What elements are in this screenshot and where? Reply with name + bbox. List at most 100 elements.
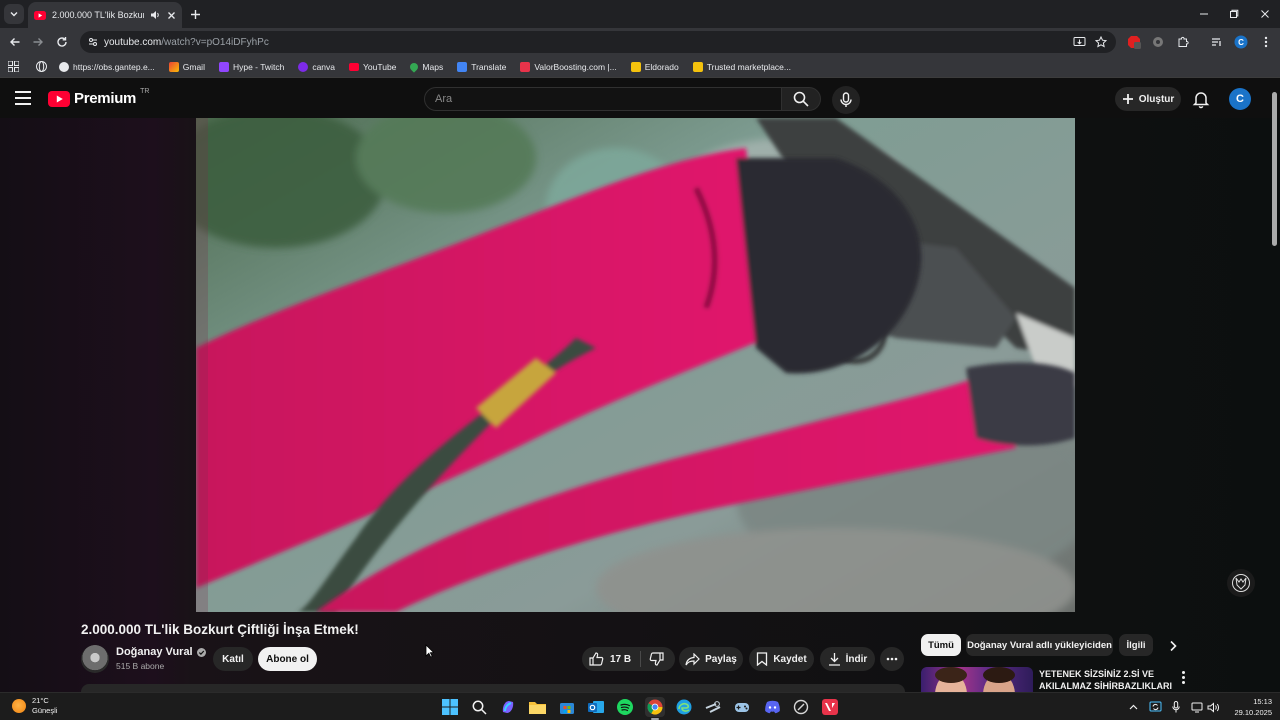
scrollbar-thumb[interactable] bbox=[1272, 92, 1277, 246]
audio-playing-icon[interactable] bbox=[150, 10, 161, 20]
browser-tab-active[interactable]: 2.000.000 TL'lik Bozkurt Çiftli bbox=[28, 2, 182, 28]
tray-network-button[interactable] bbox=[1190, 699, 1204, 715]
edge-button[interactable] bbox=[674, 697, 694, 717]
new-tab-button[interactable] bbox=[186, 5, 204, 23]
twitch-icon bbox=[218, 61, 229, 72]
extension-adblock-button[interactable] bbox=[1126, 34, 1142, 50]
forward-button[interactable] bbox=[29, 33, 47, 51]
chrome-taskbar-button[interactable] bbox=[645, 697, 665, 720]
site-info-icon[interactable] bbox=[88, 37, 98, 47]
spotify-button[interactable] bbox=[615, 697, 635, 717]
file-explorer-button[interactable] bbox=[527, 697, 547, 717]
chip-from-uploader[interactable]: Doğanay Vural adlı yükleyiciden bbox=[966, 634, 1113, 656]
extension-button[interactable] bbox=[1150, 34, 1166, 50]
tray-overflow-button[interactable] bbox=[1126, 699, 1140, 715]
steam-button[interactable] bbox=[703, 697, 723, 717]
discord-button[interactable] bbox=[762, 697, 782, 717]
start-button[interactable] bbox=[440, 697, 460, 717]
reload-button[interactable] bbox=[53, 33, 71, 51]
logo-wordmark: Premium bbox=[74, 90, 137, 107]
more-actions-button[interactable] bbox=[880, 647, 904, 671]
outlook-icon bbox=[588, 701, 604, 713]
chips-next-button[interactable] bbox=[1164, 637, 1182, 655]
recommendation-thumbnail[interactable] bbox=[921, 667, 1033, 692]
bookmark-label: YouTube bbox=[363, 61, 397, 72]
voice-search-button[interactable] bbox=[832, 86, 860, 114]
extensions-menu-button[interactable] bbox=[1175, 34, 1191, 50]
bookmark-obs-gantep[interactable]: https://obs.gantep.e... bbox=[52, 58, 162, 76]
bookmark-translate[interactable]: Translate bbox=[450, 58, 513, 76]
bookmark-star-button[interactable] bbox=[1093, 34, 1109, 50]
search-button[interactable] bbox=[781, 87, 821, 111]
extension-floating-button[interactable] bbox=[1227, 569, 1255, 597]
account-avatar-button[interactable]: C bbox=[1229, 88, 1251, 110]
tray-volume-button[interactable] bbox=[1206, 699, 1220, 715]
chip-all[interactable]: Tümü bbox=[921, 634, 961, 656]
bookmark-canva[interactable]: canva bbox=[291, 58, 342, 76]
tray-sync-button[interactable] bbox=[1148, 699, 1162, 715]
close-tab-icon[interactable] bbox=[167, 11, 176, 20]
taskbar-clock[interactable]: 15:13 29.10.2025 bbox=[1226, 696, 1272, 718]
profile-button[interactable]: C bbox=[1233, 34, 1249, 50]
guide-menu-button[interactable] bbox=[15, 88, 35, 108]
tab-title: 2.000.000 TL'lik Bozkurt Çiftli bbox=[52, 10, 144, 20]
game-launcher-button[interactable] bbox=[732, 697, 752, 717]
download-button[interactable]: İndir bbox=[820, 647, 875, 671]
bookmark-eldorado[interactable]: Eldorado bbox=[624, 58, 686, 76]
copilot-button[interactable] bbox=[498, 697, 518, 717]
tray-microphone-button[interactable] bbox=[1169, 699, 1183, 715]
search-input[interactable]: Ara bbox=[424, 87, 782, 111]
bookmark-youtube[interactable]: YouTube bbox=[342, 58, 403, 76]
tab-search-button[interactable] bbox=[4, 4, 24, 24]
bookmark-maps[interactable]: Maps bbox=[403, 58, 450, 76]
address-bar[interactable]: youtube.com/watch?v=pO14iDFyhPc bbox=[80, 31, 1116, 53]
discord-icon bbox=[764, 700, 780, 714]
notifications-button[interactable] bbox=[1191, 89, 1211, 109]
minimize-button[interactable] bbox=[1196, 6, 1212, 22]
video-player[interactable] bbox=[196, 118, 1075, 612]
channel-name-link[interactable]: Doğanay Vural bbox=[116, 646, 206, 658]
microphone-icon bbox=[1172, 701, 1180, 713]
dislike-button[interactable] bbox=[641, 652, 664, 666]
recommendation-title[interactable]: YETENEK SİZSİNİZ 2.Sİ VE AKILALMAZ SİHİR… bbox=[1039, 668, 1174, 692]
share-button[interactable]: Paylaş bbox=[679, 647, 743, 671]
media-control-button[interactable] bbox=[1209, 34, 1225, 50]
bookmark-twitch[interactable]: Hype - Twitch bbox=[212, 58, 291, 76]
reload-icon bbox=[57, 37, 67, 47]
profile-avatar-icon: C bbox=[1234, 35, 1248, 49]
valorant-button[interactable] bbox=[820, 697, 840, 717]
taskbar-search-button[interactable] bbox=[469, 697, 489, 717]
join-button[interactable]: Katıl bbox=[213, 647, 253, 671]
outlook-button[interactable] bbox=[586, 697, 606, 717]
install-app-button[interactable] bbox=[1071, 34, 1087, 50]
bookmark-globe[interactable] bbox=[31, 58, 52, 76]
bookmark-trusted-marketplace[interactable]: Trusted marketplace... bbox=[686, 58, 798, 76]
app-circle-button[interactable] bbox=[791, 697, 811, 717]
apps-button[interactable] bbox=[6, 58, 31, 76]
recommendation-menu-button[interactable] bbox=[1177, 669, 1189, 685]
restore-button[interactable] bbox=[1226, 6, 1242, 22]
youtube-logo-icon bbox=[48, 90, 70, 107]
channel-avatar[interactable] bbox=[81, 645, 109, 673]
bookmark-label: Translate bbox=[471, 61, 507, 72]
chrome-menu-button[interactable] bbox=[1258, 34, 1274, 50]
close-window-button[interactable] bbox=[1257, 6, 1273, 22]
speaker-icon bbox=[1207, 701, 1219, 713]
chevron-down-icon bbox=[10, 12, 18, 17]
like-button[interactable]: 17 B bbox=[589, 651, 642, 667]
create-button[interactable]: Oluştur bbox=[1115, 87, 1181, 111]
clock-date: 29.10.2025 bbox=[1234, 708, 1272, 717]
youtube-premium-logo[interactable]: Premium TR bbox=[48, 88, 149, 107]
description-box[interactable] bbox=[81, 684, 905, 692]
bookmark-valorboosting[interactable]: ValorBoosting.com |... bbox=[513, 58, 623, 76]
subscribe-button[interactable]: Abone ol bbox=[258, 647, 317, 671]
bookmark-gmail[interactable]: Gmail bbox=[162, 58, 212, 76]
minimize-icon bbox=[1200, 13, 1208, 15]
youtube-icon bbox=[349, 62, 359, 71]
back-button[interactable] bbox=[6, 33, 24, 51]
chip-related[interactable]: İlgili bbox=[1119, 634, 1153, 656]
weather-widget[interactable]: 21°C Güneşli bbox=[12, 696, 57, 716]
youtube-masthead: Premium TR Ara Oluştur C bbox=[0, 78, 1280, 118]
microsoft-store-button[interactable] bbox=[557, 697, 577, 717]
save-button[interactable]: Kaydet bbox=[749, 647, 814, 671]
